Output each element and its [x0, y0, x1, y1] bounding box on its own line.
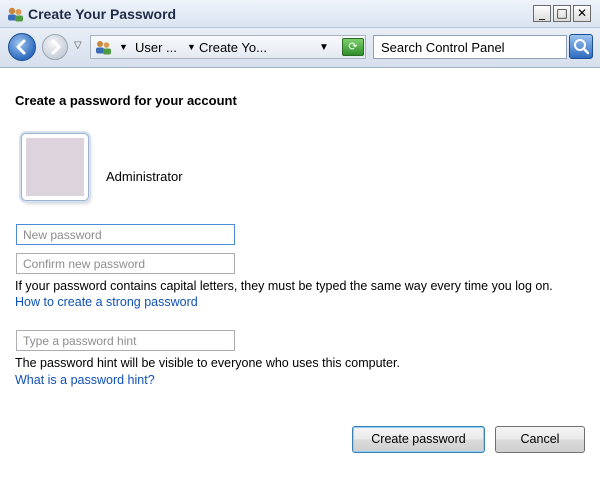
- window-title: Create Your Password: [28, 6, 177, 22]
- page-title: Create a password for your account: [15, 93, 237, 108]
- title-bar: Create Your Password _ □ ✕: [0, 0, 600, 28]
- user-name: Administrator: [106, 169, 183, 184]
- hint-note: The password hint will be visible to eve…: [15, 356, 400, 370]
- back-button[interactable]: [8, 33, 36, 61]
- back-arrow-icon: [16, 39, 26, 55]
- refresh-icon: ⟳: [348, 40, 358, 53]
- breadcrumb-arrow-icon[interactable]: ▼: [187, 42, 196, 52]
- maximize-button[interactable]: □: [553, 5, 571, 22]
- navigation-bar: ▽ ▼ User ... ▼ Create Yo... ▼ ⟳ Search C…: [0, 28, 600, 68]
- search-button[interactable]: [569, 34, 593, 59]
- address-dropdown-icon[interactable]: ▼: [319, 42, 329, 53]
- cancel-button[interactable]: Cancel: [495, 426, 585, 453]
- search-input[interactable]: Search Control Panel: [373, 35, 567, 59]
- confirm-password-field[interactable]: Confirm new password: [16, 253, 235, 274]
- create-password-button[interactable]: Create password: [352, 426, 485, 453]
- recent-pages-dropdown[interactable]: ▽: [74, 40, 82, 51]
- password-hint-link[interactable]: What is a password hint?: [15, 373, 155, 387]
- new-password-field[interactable]: New password: [16, 224, 235, 245]
- users-icon: [96, 41, 111, 55]
- forward-arrow-icon: [51, 39, 61, 55]
- breadcrumb-arrow-icon[interactable]: ▼: [119, 42, 128, 52]
- users-icon: [8, 7, 23, 22]
- minimize-button[interactable]: _: [533, 5, 551, 22]
- main-content: Create a password for your account Admin…: [0, 68, 600, 487]
- breadcrumb-create-password[interactable]: Create Yo...: [199, 40, 267, 55]
- breadcrumb-user-accounts[interactable]: User ...: [135, 40, 177, 55]
- search-icon: [574, 39, 590, 55]
- forward-button[interactable]: [42, 34, 68, 60]
- strong-password-link[interactable]: How to create a strong password: [15, 295, 198, 309]
- refresh-button[interactable]: ⟳: [342, 38, 364, 56]
- password-hint-field[interactable]: Type a password hint: [16, 330, 235, 351]
- user-avatar: [21, 133, 89, 201]
- close-button[interactable]: ✕: [573, 5, 591, 22]
- address-bar[interactable]: ▼ User ... ▼ Create Yo... ▼: [90, 35, 366, 59]
- caps-note: If your password contains capital letter…: [15, 279, 553, 293]
